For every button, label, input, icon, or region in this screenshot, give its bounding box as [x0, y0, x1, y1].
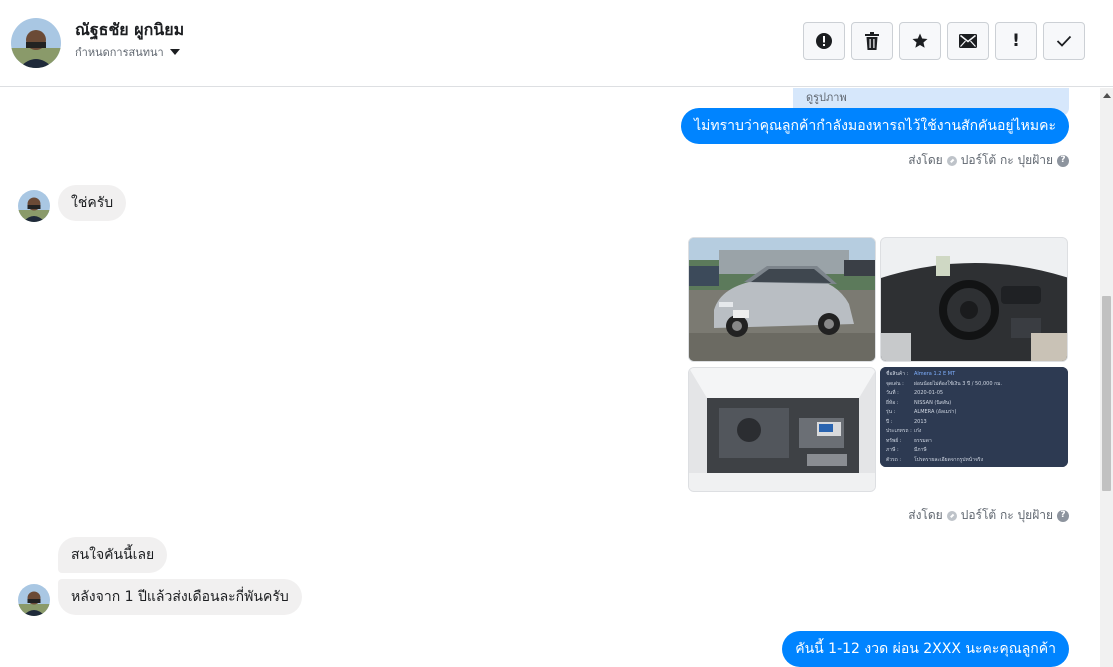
sent-by-label: ส่งโดย [908, 508, 943, 522]
sent-check-icon [946, 510, 957, 521]
spec-row: ยี่ห้อ : NISSAN (นิสสัน) [886, 399, 1066, 409]
sender-name[interactable]: ปอร์โต้ กะ ปุยฝ้าย [961, 506, 1053, 525]
message-thread[interactable]: ดูรูปภาพ ไม่ทราบว่าคุณลูกค้ากำลังมองหารถ… [0, 88, 1100, 667]
exclamation-circle-icon [816, 33, 832, 49]
car-engine-photo[interactable] [688, 367, 876, 492]
spec-row: ภาษี : มีภาษี [886, 446, 1066, 456]
spec-key: ชื่อสินค้า : [886, 371, 909, 377]
incoming-message[interactable]: หลังจาก 1 ปีแล้วส่งเดือนละกี่พันครับ [58, 579, 302, 615]
conversation-header: ณัฐธชัย ผูกนิยม กำหนดการสนทนา ! [0, 0, 1113, 87]
trash-icon [865, 32, 879, 50]
sent-by-info: ส่งโดย ปอร์โต้ กะ ปุยฝ้าย ? [908, 151, 1069, 170]
spec-row: รุ่น : ALMERA (อัลเมร่า) [886, 408, 1066, 418]
spec-key: รุ่น : [886, 409, 896, 415]
outgoing-message[interactable]: คันนี้ 1-12 งวด ผ่อน 2XXX นะคะคุณลูกค้า [782, 631, 1069, 667]
spec-rows: ชื่อสินค้า : Almera 1.2 E MT จุดเด่น : ผ่อน… [886, 370, 1066, 465]
exclamation-icon: ! [1012, 30, 1020, 51]
spec-key: วันที่ : [886, 390, 899, 396]
mark-done-button[interactable] [1043, 22, 1085, 60]
mark-unread-button[interactable] [947, 22, 989, 60]
spec-value: ALMERA (อัลเมร่า) [914, 409, 957, 415]
sent-by-label: ส่งโดย [908, 153, 943, 167]
spec-row: ทรัพย์ : ธรรมดา [886, 437, 1066, 447]
spec-key: ทรัพย์ : [886, 437, 902, 444]
incoming-message[interactable]: สนใจคันนี้เลย [58, 537, 168, 573]
sent-check-icon [946, 155, 957, 166]
header-actions: ! [803, 22, 1085, 60]
spec-row: จุดเด่น : ผ่อนน้อยไม่ต้องใช้เงิน 3 ปี / 5… [886, 380, 1066, 390]
car-interior-photo[interactable] [880, 237, 1068, 362]
sent-by-info: ส่งโดย ปอร์โต้ กะ ปุยฝ้าย ? [908, 506, 1069, 525]
spec-key: ประเภทรถ : [886, 428, 912, 434]
spec-key: จุดเด่น : [886, 380, 904, 387]
delete-button[interactable] [851, 22, 893, 60]
scroll-thumb[interactable] [1102, 296, 1111, 491]
conversation-setting-label: กำหนดการสนทนา [75, 46, 164, 59]
contact-avatar-small[interactable] [18, 190, 50, 222]
spec-value: ผ่อนน้อยไม่ต้องใช้เงิน 3 ปี / 50,000 กม. [914, 380, 1003, 387]
sender-name[interactable]: ปอร์โต้ กะ ปุยฝ้าย [961, 151, 1053, 170]
spec-value: 2020-01-05 [914, 390, 944, 396]
help-icon[interactable]: ? [1057, 509, 1069, 522]
previous-card-text: ดูรูปภาพ [806, 91, 847, 104]
spec-row: ปี : 2013 [886, 418, 1066, 428]
spec-row: ชื่อสินค้า : Almera 1.2 E MT [886, 370, 1066, 380]
spec-row: วันที่ : 2020-01-05 [886, 389, 1066, 399]
incoming-message[interactable]: ใช่ครับ [58, 185, 127, 221]
contact-name[interactable]: ณัฐธชัย ผูกนิยม [75, 18, 184, 43]
caret-down-icon [169, 49, 180, 55]
conversation-setting-dropdown[interactable]: กำหนดการสนทนา [75, 43, 180, 61]
star-button[interactable] [899, 22, 941, 60]
spec-value: มีภาษี [914, 447, 927, 453]
envelope-icon [959, 34, 977, 48]
scroll-up-arrow-icon[interactable] [1103, 93, 1111, 98]
spec-value: โปรดรายละเอียดจากรูปหน้าจริง [914, 456, 984, 463]
thread-scrollbar[interactable] [1100, 88, 1113, 667]
spec-key: ยี่ห้อ : [886, 399, 899, 406]
check-icon [1056, 35, 1072, 47]
outgoing-message[interactable]: ไม่ทราบว่าคุณลูกค้ากำลังมองหารถไว้ใช้งาน… [681, 108, 1069, 144]
help-icon[interactable]: ? [1057, 154, 1069, 167]
car-spec-sheet[interactable]: ชื่อสินค้า : Almera 1.2 E MT จุดเด่น : ผ่อน… [880, 367, 1068, 467]
spec-key: ตัวรถ : [886, 456, 902, 463]
spec-value: ธรรมดา [914, 437, 932, 444]
report-spam-button[interactable] [803, 22, 845, 60]
car-exterior-photo[interactable] [688, 237, 876, 362]
spec-value: Almera 1.2 E MT [914, 371, 956, 377]
spec-key: ปี : [886, 418, 893, 425]
spec-row: ตัวรถ : โปรดรายละเอียดจากรูปหน้าจริง [886, 456, 1066, 466]
contact-avatar-small[interactable] [18, 584, 50, 616]
contact-avatar[interactable] [11, 18, 61, 68]
spec-value: เก๋ง [914, 428, 922, 434]
star-icon [912, 33, 928, 48]
spec-key: ภาษี : [886, 447, 899, 453]
spec-row: ประเภทรถ : เก๋ง [886, 427, 1066, 437]
spec-value: 2013 [914, 418, 927, 425]
important-button[interactable]: ! [995, 22, 1037, 60]
spec-value: NISSAN (นิสสัน) [914, 399, 952, 406]
